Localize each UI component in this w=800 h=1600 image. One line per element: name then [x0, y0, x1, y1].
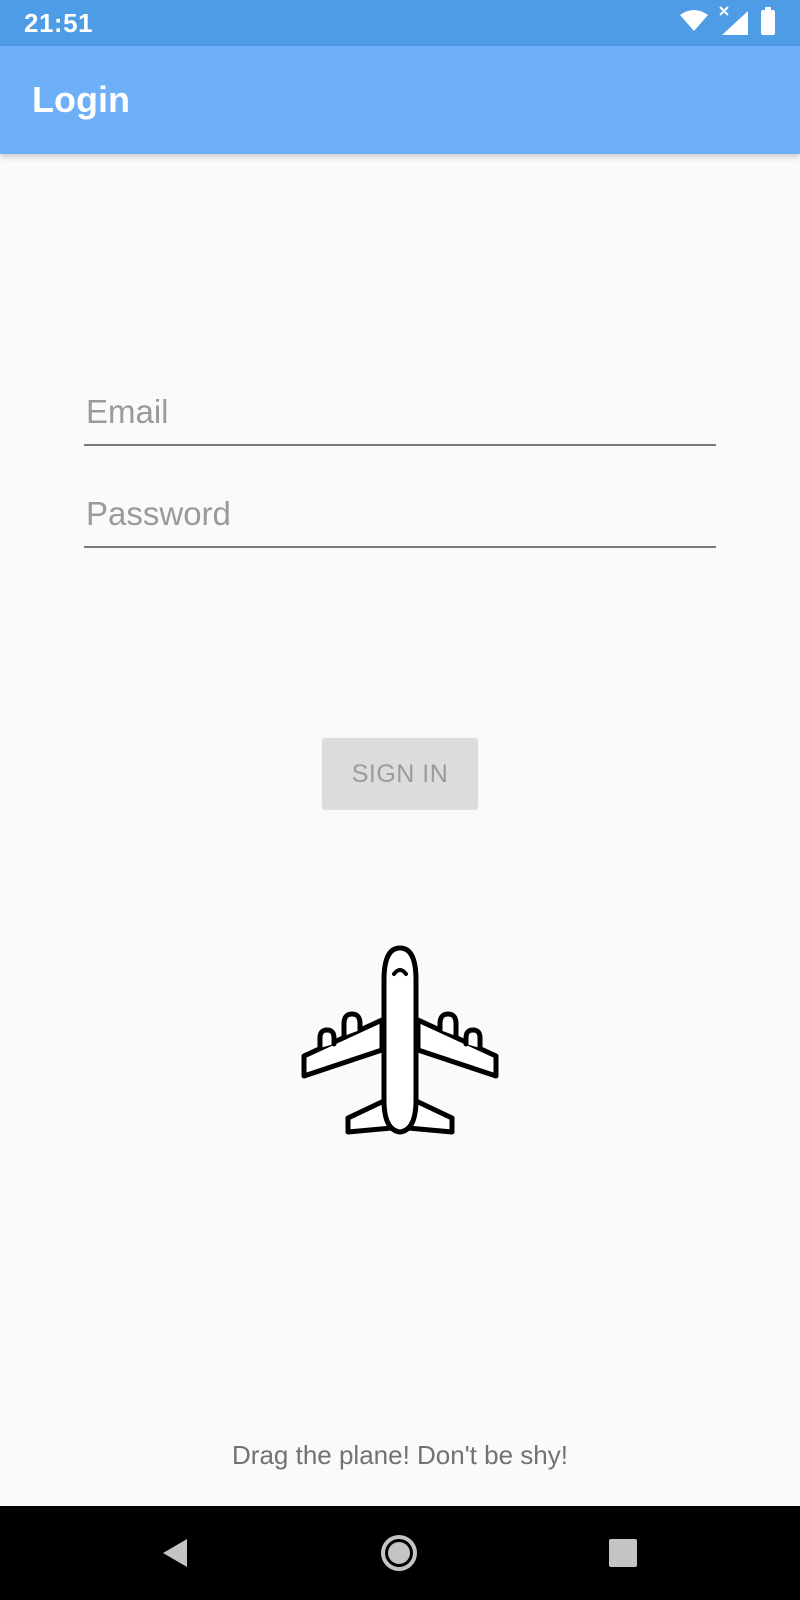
email-field[interactable] — [84, 386, 716, 446]
navigation-bar — [0, 1506, 800, 1600]
sign-in-button[interactable]: SIGN IN — [322, 738, 478, 810]
password-field[interactable] — [84, 488, 716, 548]
wifi-icon — [680, 9, 708, 37]
status-bar: 21:51 — [0, 0, 800, 46]
home-icon[interactable] — [374, 1528, 424, 1578]
app-bar: Login — [0, 46, 800, 154]
signal-icon — [718, 5, 750, 42]
hint-text: Drag the plane! Don't be shy! — [232, 1440, 568, 1470]
page-title: Login — [32, 79, 130, 120]
battery-icon — [760, 6, 776, 40]
airplane-icon[interactable] — [300, 940, 500, 1140]
back-icon[interactable] — [150, 1528, 200, 1578]
status-icons — [680, 5, 776, 42]
recent-apps-icon[interactable] — [598, 1528, 648, 1578]
status-time: 21:51 — [24, 7, 93, 38]
